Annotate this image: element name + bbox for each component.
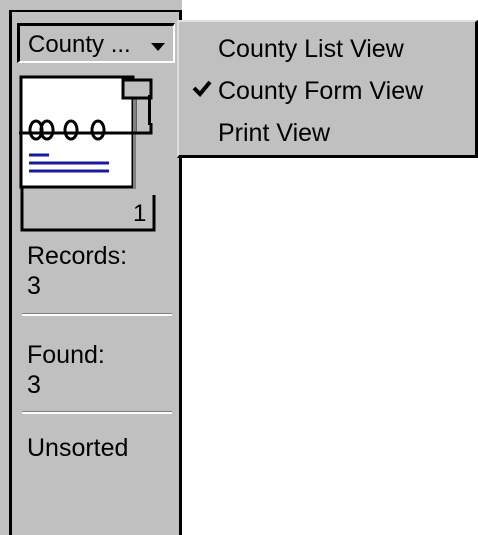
check-icon: [192, 80, 212, 97]
divider: [22, 411, 172, 414]
chevron-down-icon: [151, 43, 165, 51]
status-area-top-border: [9, 10, 182, 12]
layout-popup-label: County ...: [28, 31, 131, 58]
menu-item-county-form-view[interactable]: County Form View: [179, 70, 475, 110]
found-count: 3: [27, 371, 41, 399]
page-number: 1: [133, 200, 147, 227]
records-label: Records:: [27, 242, 128, 270]
records-count: 3: [27, 272, 41, 300]
menu-item-county-list-view[interactable]: County List View: [179, 28, 475, 68]
status-area: County ... 1 Records: 3 Found: 3 Unsorte…: [0, 0, 182, 535]
menu-item-label: County List View: [218, 35, 404, 63]
found-label: Found:: [27, 341, 105, 369]
layout-dropdown-menu: County List View County Form View Print …: [177, 20, 478, 158]
menu-item-label: County Form View: [218, 77, 424, 105]
menu-item-print-view[interactable]: Print View: [179, 112, 475, 152]
divider: [22, 313, 172, 316]
layout-popup-button[interactable]: County ...: [17, 23, 175, 63]
menu-item-label: Print View: [218, 119, 331, 147]
sort-status: Unsorted: [27, 434, 129, 462]
status-area-left-border: [9, 10, 12, 535]
